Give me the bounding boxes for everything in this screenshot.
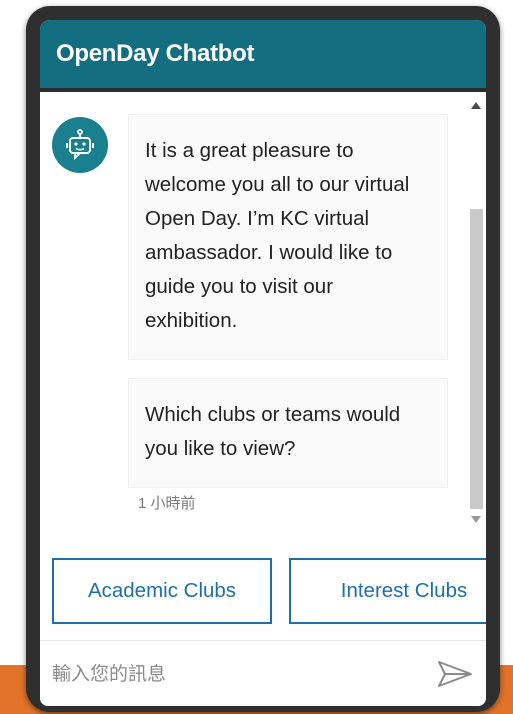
suggested-actions: Academic Clubs Interest Clubs: [40, 552, 486, 626]
interest-clubs-button[interactable]: Interest Clubs: [289, 558, 486, 624]
chat-title: OpenDay Chatbot: [56, 40, 255, 67]
scroll-down-arrow-icon[interactable]: [471, 516, 481, 523]
send-icon: [438, 661, 472, 687]
scroll-up-arrow-icon[interactable]: [471, 102, 481, 109]
chat-window: OpenDay Chatbot It is a great pleasure t…: [40, 20, 486, 706]
bot-message: Which clubs or teams would you like to v…: [128, 378, 448, 488]
chat-scrollbar[interactable]: [467, 92, 486, 532]
message-composer: [40, 640, 486, 706]
bot-avatar: [52, 117, 108, 173]
device-frame: OpenDay Chatbot It is a great pleasure t…: [26, 6, 500, 712]
message-list[interactable]: It is a great pleasure to welcome you al…: [40, 92, 486, 532]
chat-header: OpenDay Chatbot: [40, 20, 486, 92]
scroll-thumb[interactable]: [470, 209, 483, 509]
academic-clubs-button[interactable]: Academic Clubs: [52, 558, 272, 624]
message-timestamp: 1 小時前: [138, 495, 196, 512]
robot-icon: [66, 129, 94, 161]
message-input[interactable]: [50, 653, 424, 695]
send-button[interactable]: [436, 658, 474, 690]
bot-message: It is a great pleasure to welcome you al…: [128, 114, 448, 360]
